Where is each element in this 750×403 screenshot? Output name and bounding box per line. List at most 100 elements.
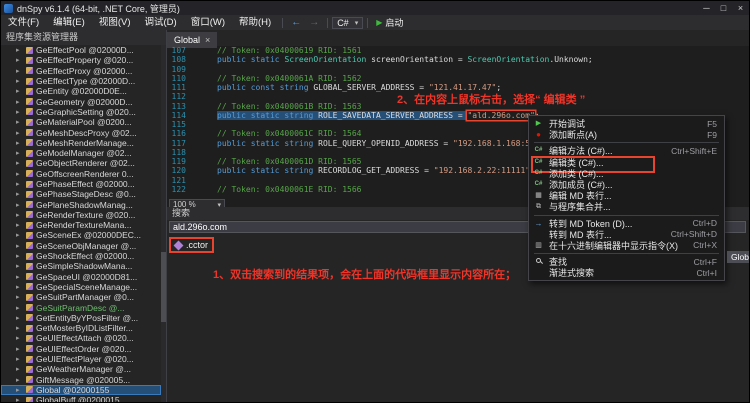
expander-icon[interactable]: ▸ [16, 180, 23, 188]
expander-icon[interactable]: ▸ [16, 345, 23, 353]
expander-icon[interactable]: ▸ [16, 283, 23, 291]
expander-icon[interactable]: ▸ [16, 211, 23, 219]
tree-item[interactable]: ▸GeUIEffectOrder @020... [1, 344, 161, 354]
start-debug-button[interactable]: ▶ 启动 [372, 16, 407, 29]
expander-icon[interactable]: ▸ [16, 314, 23, 322]
expander-icon[interactable]: ▸ [16, 252, 23, 260]
expander-icon[interactable]: ▸ [16, 170, 23, 178]
tree-item[interactable]: ▸GePhaseEffect @02000... [1, 179, 161, 189]
tree-item[interactable]: ▸GeEffectProperty @020... [1, 55, 161, 65]
tree-item[interactable]: ▸Global @02000155 [1, 385, 161, 395]
context-menu-item[interactable]: ⧉与程序集合并... [529, 201, 724, 212]
expander-icon[interactable]: ▸ [16, 201, 23, 209]
code-line[interactable]: 107// Token: 0x04000619 RID: 1561 [167, 46, 749, 55]
tree-item[interactable]: ▸GeGraphicSetting @020... [1, 107, 161, 117]
code-line[interactable]: 110// Token: 0x0400061A RID: 1562 [167, 74, 749, 83]
expander-icon[interactable]: ▸ [16, 262, 23, 270]
class-icon [26, 397, 33, 402]
tree-item[interactable]: ▸GeSuitParamDesc @... [1, 302, 161, 312]
expander-icon[interactable]: ▸ [16, 118, 23, 126]
expander-icon[interactable]: ▸ [16, 98, 23, 106]
menubar-item[interactable]: 文件(F) [1, 15, 46, 30]
language-selector[interactable]: C# ▾ [332, 17, 363, 29]
tree-item[interactable]: ▸GeSpaceUI @02000D81... [1, 272, 161, 282]
expander-icon[interactable]: ▸ [16, 273, 23, 281]
code-line[interactable]: 108public static ScreenOrientation scree… [167, 55, 749, 64]
expander-icon[interactable]: ▸ [16, 242, 23, 250]
menubar-item[interactable]: 窗口(W) [184, 15, 232, 30]
expander-icon[interactable]: ▸ [16, 324, 23, 332]
code-segment: ROLE_SAVEDATA_SERVER_ADDRESS = [313, 111, 467, 120]
tree-item[interactable]: ▸GeModelManager @02... [1, 148, 161, 158]
tree-item[interactable]: ▸GeUIEffectPlayer @020... [1, 354, 161, 364]
expander-icon[interactable]: ▸ [16, 77, 23, 85]
class-icon [26, 232, 33, 239]
tree-item[interactable]: ▸GeMeshRenderManage... [1, 138, 161, 148]
tree-item[interactable]: ▸GeObjectRenderer @02... [1, 158, 161, 168]
expander-icon[interactable]: ▸ [16, 56, 23, 64]
expander-icon[interactable]: ▸ [16, 87, 23, 95]
close-button[interactable]: × [732, 1, 749, 15]
expander-icon[interactable]: ▸ [16, 67, 23, 75]
tree-item[interactable]: ▸GeOffscreenRenderer 0... [1, 169, 161, 179]
expander-icon[interactable]: ▸ [16, 334, 23, 342]
tree-item[interactable]: ▸GeEffectType @02000D... [1, 76, 161, 86]
tree-item[interactable]: ▸GeShockEffect @02000... [1, 251, 161, 261]
tree-item[interactable]: ▸GeSimpleShadowMana... [1, 261, 161, 271]
tree-item[interactable]: ▸GeWeatherManager @... [1, 364, 161, 374]
tree-item[interactable]: ▸GeEffectPool @02000D... [1, 45, 161, 55]
expander-icon[interactable]: ▸ [16, 376, 23, 384]
tree-item[interactable]: ▸GeRenderTexture @020... [1, 210, 161, 220]
expander-icon[interactable]: ▸ [16, 190, 23, 198]
tree-item[interactable]: ▸GetEntityByYPosFilter @... [1, 313, 161, 323]
expander-icon[interactable]: ▸ [16, 139, 23, 147]
expander-icon[interactable]: ▸ [16, 221, 23, 229]
expander-icon[interactable]: ▸ [16, 149, 23, 157]
maximize-button[interactable]: □ [715, 1, 732, 15]
background-tab-global[interactable]: Global [727, 251, 750, 263]
tree-item[interactable]: ▸GiftMessage @020005... [1, 375, 161, 385]
expander-icon[interactable]: ▸ [16, 108, 23, 116]
tree-item[interactable]: ▸GeSuitPartManager @0... [1, 292, 161, 302]
context-menu-item[interactable]: ▥在十六进制编辑器中显示指令(X)Ctrl+X [529, 240, 724, 251]
tree-item[interactable]: ▸GeMeshDescProxy @02... [1, 127, 161, 137]
expander-icon[interactable]: ▸ [16, 231, 23, 239]
tree-item[interactable]: ▸GeSceneObjManager @... [1, 241, 161, 251]
menubar-item[interactable]: 帮助(H) [232, 15, 278, 30]
tree-scrollbar[interactable] [161, 45, 166, 402]
tree-item[interactable]: ▸GeEntity @02000D0E... [1, 86, 161, 96]
tree-item[interactable]: ▸GetMosterByIDListFilter... [1, 323, 161, 333]
expander-icon[interactable]: ▸ [16, 304, 23, 312]
tree-item[interactable]: ▸GeSceneEx @02000DEC... [1, 230, 161, 240]
tab-close-icon[interactable]: × [205, 35, 210, 45]
menubar-item[interactable]: 调试(D) [137, 15, 183, 30]
menubar-item[interactable]: 编辑(E) [46, 15, 92, 30]
tree-item[interactable]: ▸GeEffectProxy @02000... [1, 66, 161, 76]
tree-item[interactable]: ▸GeUIEffectAttach @020... [1, 333, 161, 343]
menubar-item[interactable]: 视图(V) [92, 15, 138, 30]
expander-icon[interactable]: ▸ [16, 365, 23, 373]
tree-item[interactable]: ▸GlobalBuff @0200015... [1, 395, 161, 402]
expander-icon[interactable]: ▸ [16, 293, 23, 301]
expander-icon[interactable]: ▸ [16, 159, 23, 167]
code-line[interactable]: 109 [167, 65, 749, 74]
code-segment: // Token: 0x0400061B RID: 1563 [217, 102, 362, 111]
search-result-item[interactable]: .cctor [169, 237, 214, 253]
expander-icon[interactable]: ▸ [16, 46, 23, 54]
tree-item[interactable]: ▸GePhaseStageDesc @0... [1, 189, 161, 199]
expander-icon[interactable]: ▸ [16, 355, 23, 363]
expander-icon[interactable]: ▸ [16, 386, 23, 394]
context-menu-item[interactable]: ●添加断点(A)F9 [529, 129, 724, 140]
tree-item[interactable]: ▸GePlaneShadowManag... [1, 199, 161, 209]
tree-scrollbar-thumb[interactable] [161, 252, 166, 322]
tree-item[interactable]: ▸GeMaterialPool @0200... [1, 117, 161, 127]
minimize-button[interactable]: ─ [698, 1, 715, 15]
expander-icon[interactable]: ▸ [16, 129, 23, 137]
navigate-back-icon[interactable]: ← [287, 15, 305, 30]
tree-item[interactable]: ▸GeGeometry @02000D... [1, 96, 161, 106]
tree-item[interactable]: ▸GeSpecialSceneManage... [1, 282, 161, 292]
tree-item[interactable]: ▸GeRenderTextureMana... [1, 220, 161, 230]
context-menu-item[interactable]: 渐进式搜索Ctrl+I [529, 267, 724, 278]
expander-icon[interactable]: ▸ [16, 396, 23, 402]
navigate-forward-icon[interactable]: → [305, 15, 323, 30]
